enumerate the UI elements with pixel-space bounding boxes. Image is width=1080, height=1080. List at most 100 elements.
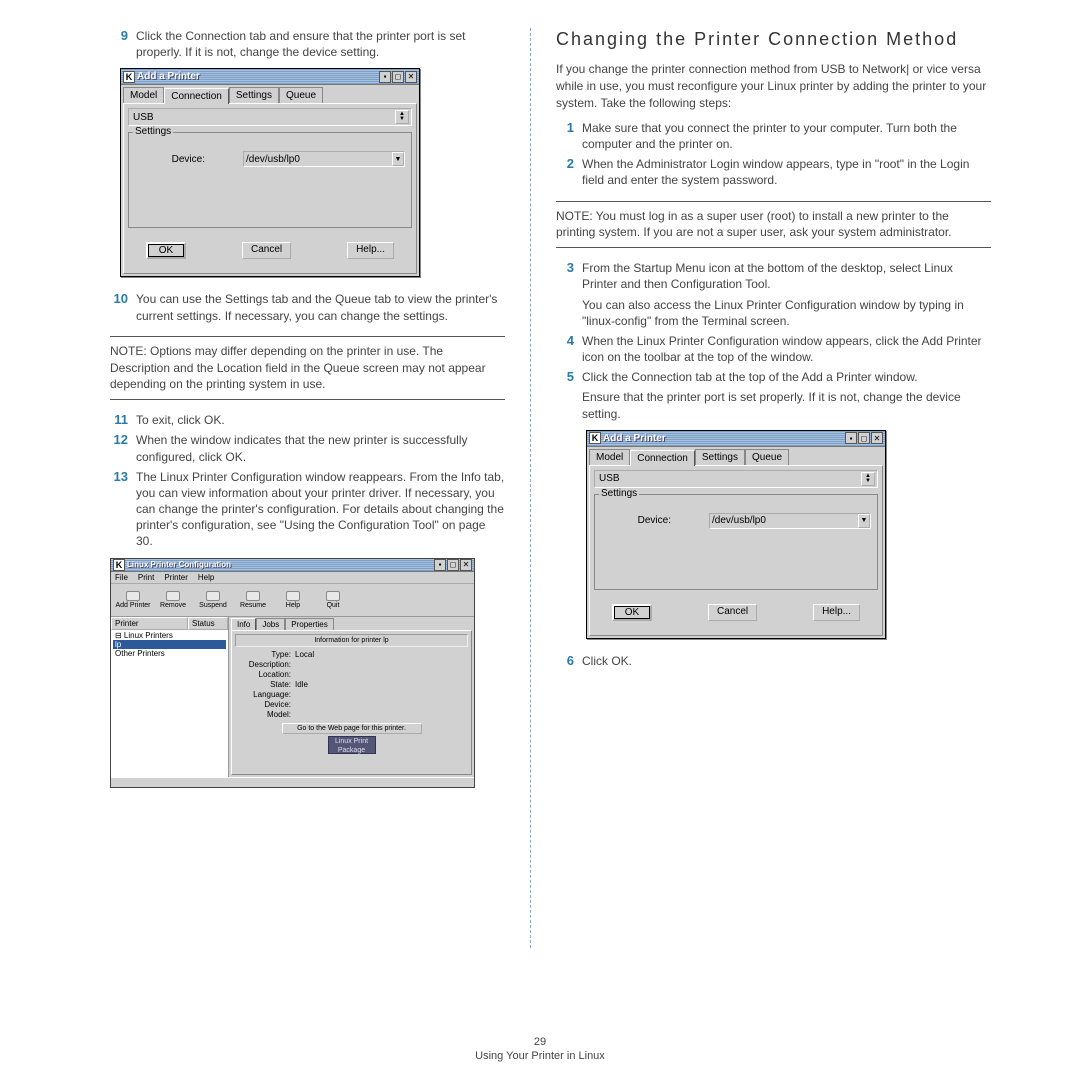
device-label: Device: bbox=[601, 515, 701, 526]
remove-button[interactable]: Remove bbox=[153, 586, 193, 614]
step-text: The Linux Printer Configuration window r… bbox=[136, 469, 505, 550]
kv-value bbox=[295, 660, 468, 669]
tab-properties[interactable]: Properties bbox=[285, 618, 333, 630]
step-number: 12 bbox=[110, 432, 136, 464]
tab-queue[interactable]: Queue bbox=[745, 449, 789, 465]
maximize-icon[interactable]: ◻ bbox=[392, 71, 404, 83]
cancel-button[interactable]: Cancel bbox=[242, 242, 291, 259]
footer-caption: Using Your Printer in Linux bbox=[0, 1050, 1080, 1062]
step-text: When the window indicates that the new p… bbox=[136, 432, 505, 464]
step-subtext: You can also access the Linux Printer Co… bbox=[582, 297, 991, 329]
help-button[interactable]: Help... bbox=[347, 242, 394, 259]
close-icon[interactable]: ✕ bbox=[460, 559, 472, 571]
dropdown-icon[interactable]: ▼ bbox=[392, 152, 404, 166]
tree-item[interactable]: lp bbox=[113, 640, 226, 649]
menu-help[interactable]: Help bbox=[198, 573, 214, 582]
step-number: 2 bbox=[556, 156, 582, 188]
connection-type-combo[interactable]: USB ▲▼ bbox=[594, 470, 878, 488]
spinner-icon[interactable]: ▲▼ bbox=[861, 472, 875, 486]
tab-panel: USB ▲▼ Settings Device: /dev/usb/lp0 ▼ O… bbox=[589, 465, 883, 636]
step-text: Click the Connection tab at the top of t… bbox=[582, 369, 991, 422]
device-label: Device: bbox=[135, 154, 235, 165]
device-value: /dev/usb/lp0 bbox=[712, 515, 766, 526]
close-icon[interactable]: ✕ bbox=[405, 71, 417, 83]
kv-key: Type: bbox=[235, 650, 295, 659]
minimize-icon[interactable]: ▪ bbox=[379, 71, 391, 83]
dropdown-icon[interactable]: ▼ bbox=[858, 514, 870, 528]
step-number: 10 bbox=[110, 291, 136, 323]
suspend-button[interactable]: Suspend bbox=[193, 586, 233, 614]
step-number: 6 bbox=[556, 653, 582, 669]
menubar: File Print Printer Help bbox=[111, 572, 474, 584]
spinner-icon[interactable]: ▲▼ bbox=[395, 110, 409, 124]
step-text: Make sure that you connect the printer t… bbox=[582, 120, 991, 152]
close-icon[interactable]: ✕ bbox=[871, 432, 883, 444]
kv-key: Language: bbox=[235, 690, 295, 699]
add-printer-button[interactable]: Add Printer bbox=[113, 586, 153, 614]
ok-button[interactable]: OK bbox=[146, 242, 186, 259]
fieldset-legend: Settings bbox=[599, 488, 639, 499]
info-panel: Information for printer lp Type:Local De… bbox=[231, 630, 472, 775]
web-page-button[interactable]: Go to the Web page for this printer. bbox=[282, 723, 422, 734]
kv-key: Device: bbox=[235, 700, 295, 709]
kv-value: Idle bbox=[295, 680, 468, 689]
resume-icon bbox=[246, 591, 260, 601]
tree-item[interactable]: ⊟ Linux Printers bbox=[113, 631, 226, 640]
tab-connection[interactable]: Connection bbox=[630, 450, 695, 466]
device-combo[interactable]: /dev/usb/lp0 ▼ bbox=[243, 151, 405, 167]
step-number: 11 bbox=[110, 412, 136, 428]
intro-text: If you change the printer connection met… bbox=[556, 61, 991, 111]
kv-value bbox=[295, 690, 468, 699]
add-printer-dialog: K Add a Printer ▪ ◻ ✕ Model Connection S… bbox=[120, 68, 420, 277]
step-text: From the Startup Menu icon at the bottom… bbox=[582, 260, 991, 329]
device-value: /dev/usb/lp0 bbox=[246, 154, 300, 165]
tab-model[interactable]: Model bbox=[123, 87, 164, 103]
cancel-button[interactable]: Cancel bbox=[708, 604, 757, 621]
col-status[interactable]: Status bbox=[188, 617, 228, 630]
connection-type-combo[interactable]: USB ▲▼ bbox=[128, 108, 412, 126]
window-title: Add a Printer bbox=[603, 433, 666, 444]
remove-icon bbox=[166, 591, 180, 601]
ok-button[interactable]: OK bbox=[612, 604, 652, 621]
menu-print[interactable]: Print bbox=[138, 573, 154, 582]
help-button[interactable]: Help bbox=[273, 586, 313, 614]
col-printer[interactable]: Printer bbox=[111, 617, 188, 630]
note-box: NOTE: You must log in as a super user (r… bbox=[556, 201, 991, 249]
minimize-icon[interactable]: ▪ bbox=[434, 559, 446, 571]
tab-info[interactable]: Info bbox=[231, 618, 256, 630]
titlebar: K Add a Printer ▪ ◻ ✕ bbox=[587, 431, 885, 447]
suspend-icon bbox=[206, 591, 220, 601]
tab-settings[interactable]: Settings bbox=[695, 449, 745, 465]
app-icon: K bbox=[589, 432, 601, 444]
tab-bar: Model Connection Settings Queue bbox=[587, 447, 885, 465]
step-number: 5 bbox=[556, 369, 582, 422]
kv-key: Model: bbox=[235, 710, 295, 719]
help-button[interactable]: Help... bbox=[813, 604, 860, 621]
section-title: Changing the Printer Connection Method bbox=[556, 28, 991, 51]
printer-tree: Printer Status ⊟ Linux Printers lp Other… bbox=[111, 617, 229, 777]
menu-printer[interactable]: Printer bbox=[164, 573, 188, 582]
tree-item[interactable]: Other Printers bbox=[113, 649, 226, 658]
maximize-icon[interactable]: ◻ bbox=[858, 432, 870, 444]
kv-key: Location: bbox=[235, 670, 295, 679]
tab-jobs[interactable]: Jobs bbox=[256, 618, 285, 630]
resume-button[interactable]: Resume bbox=[233, 586, 273, 614]
minimize-icon[interactable]: ▪ bbox=[845, 432, 857, 444]
tab-queue[interactable]: Queue bbox=[279, 87, 323, 103]
kv-value bbox=[295, 700, 468, 709]
tab-model[interactable]: Model bbox=[589, 449, 630, 465]
device-combo[interactable]: /dev/usb/lp0 ▼ bbox=[709, 513, 871, 529]
maximize-icon[interactable]: ◻ bbox=[447, 559, 459, 571]
fieldset-legend: Settings bbox=[133, 126, 173, 137]
app-icon: K bbox=[113, 559, 125, 571]
tab-panel: USB ▲▼ Settings Device: /dev/usb/lp0 ▼ O… bbox=[123, 103, 417, 274]
add-printer-dialog: K Add a Printer ▪ ◻ ✕ Model Connection S… bbox=[586, 430, 886, 639]
quit-button[interactable]: Quit bbox=[313, 586, 353, 614]
tab-connection[interactable]: Connection bbox=[164, 88, 229, 104]
combo-value: USB bbox=[131, 112, 395, 123]
step-number: 9 bbox=[110, 28, 136, 60]
menu-file[interactable]: File bbox=[115, 573, 128, 582]
tab-settings[interactable]: Settings bbox=[229, 87, 279, 103]
step-text: Click the Connection tab and ensure that… bbox=[136, 28, 505, 60]
kv-key: Description: bbox=[235, 660, 295, 669]
